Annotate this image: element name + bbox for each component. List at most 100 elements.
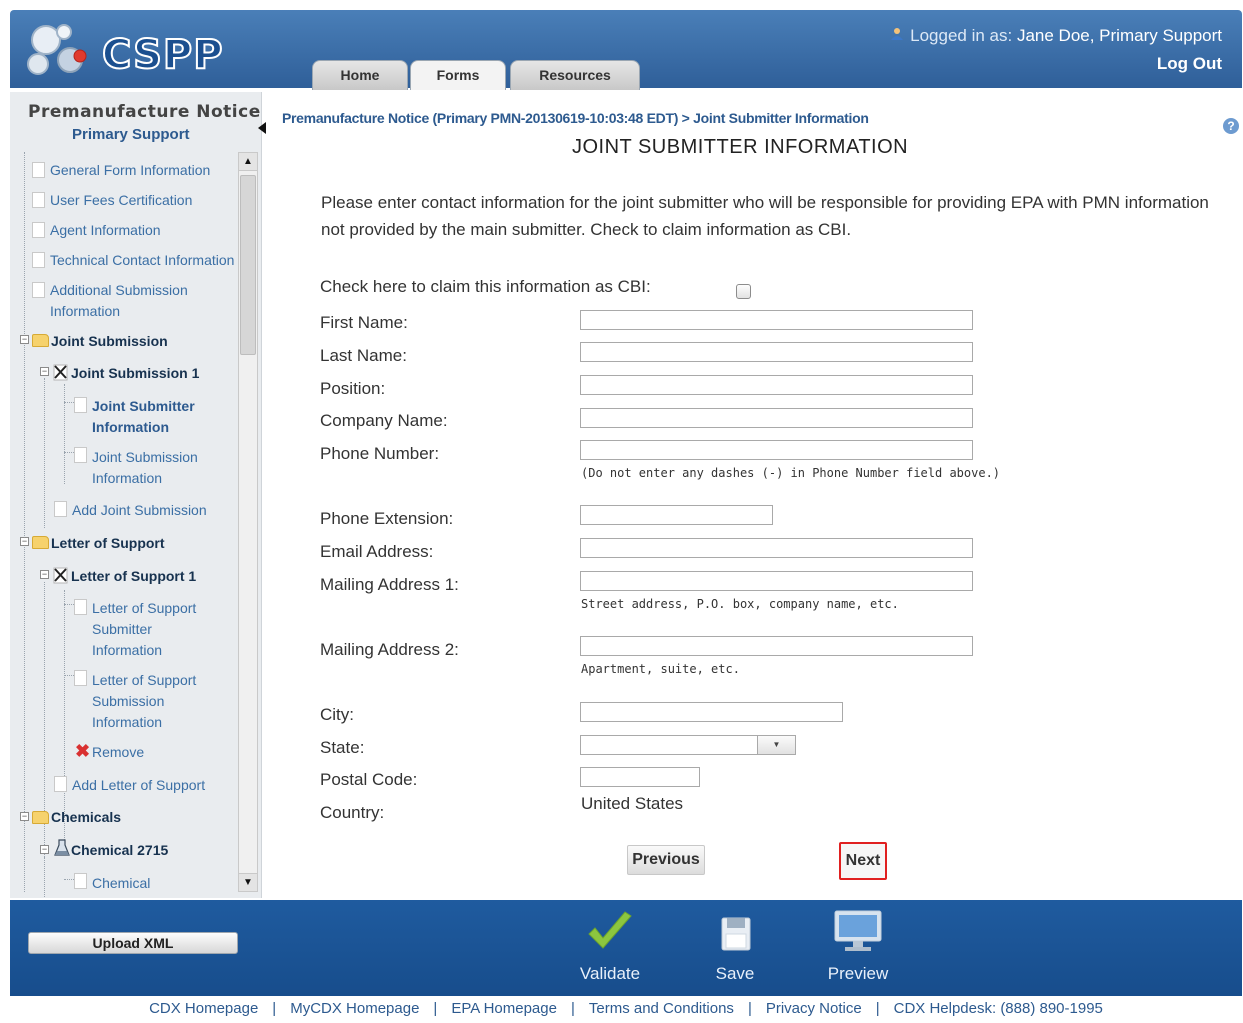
sidebar-item-joint-submission-information[interactable]: Joint Submission	[92, 447, 198, 468]
company-name-label: Company Name:	[320, 411, 448, 430]
collapse-toggle-icon[interactable]: −	[20, 335, 29, 344]
tree-guide-line	[44, 857, 45, 897]
sidebar-item-additional-submission[interactable]: Additional Submission	[50, 280, 188, 301]
previous-button[interactable]: Previous	[627, 845, 705, 875]
sidebar-item-joint-submission-information-line2[interactable]: Information	[92, 468, 162, 489]
sidebar-item-remove[interactable]: Remove	[92, 742, 144, 763]
collapse-toggle-icon[interactable]: −	[20, 537, 29, 546]
footer-link-epa-homepage[interactable]: EPA Homepage	[451, 1000, 557, 1017]
country-label: Country:	[320, 803, 385, 822]
sidebar-scrollbar[interactable]: ▲ ▼	[238, 152, 258, 892]
sidebar-item-add-letter-of-support[interactable]: Add Letter of Support	[72, 775, 205, 796]
validate-button[interactable]: Validate	[565, 908, 655, 988]
sidebar-item-letter-of-support-submission[interactable]: Letter of Support	[92, 670, 196, 691]
collapse-toggle-icon[interactable]: −	[20, 812, 29, 821]
mailing-address-2-hint: Apartment, suite, etc.	[581, 662, 740, 676]
remove-icon: ✖	[75, 741, 91, 761]
tab-resources[interactable]: Resources	[510, 60, 640, 90]
tab-forms[interactable]: Forms	[410, 60, 506, 90]
postal-code-input[interactable]	[580, 767, 700, 787]
folder-icon	[32, 334, 49, 347]
mailing-address-1-label: Mailing Address 1:	[320, 575, 459, 594]
bottom-action-bar: Upload XML Validate Save Preview	[10, 900, 1242, 996]
sidebar-item-joint-submitter-information[interactable]: Joint Submitter	[92, 396, 195, 417]
footer-link-terms-and-conditions[interactable]: Terms and Conditions	[589, 1000, 734, 1017]
sidebar-item-chemicals[interactable]: Chemicals	[51, 807, 121, 828]
footer-links: CDX Homepage | MyCDX Homepage | EPA Homepage…	[10, 1000, 1242, 1023]
sidebar-item-technical-contact-information[interactable]: Technical Contact Information	[50, 250, 234, 271]
last-name-input[interactable]	[580, 342, 973, 362]
chevron-down-icon[interactable]: ▼	[757, 735, 796, 755]
company-name-input[interactable]	[580, 408, 973, 428]
sidebar-item-user-fees-certification[interactable]: User Fees Certification	[50, 190, 192, 211]
sidebar-item-letter-of-support[interactable]: Letter of Support	[51, 533, 165, 554]
scroll-up-icon[interactable]: ▲	[239, 153, 257, 171]
collapse-sidebar-icon[interactable]	[258, 122, 266, 134]
tab-home[interactable]: Home	[312, 60, 408, 90]
sidebar-item-joint-submission-1[interactable]: Joint Submission 1	[71, 363, 199, 384]
footer-link-cdx-homepage[interactable]: CDX Homepage	[149, 1000, 258, 1017]
sidebar-item-letter-of-support-1[interactable]: Letter of Support 1	[71, 566, 196, 587]
footer-link-mycdx-homepage[interactable]: MyCDX Homepage	[290, 1000, 419, 1017]
collapse-toggle-icon[interactable]: −	[40, 845, 49, 854]
cspp-logo[interactable]: CSPP	[24, 18, 224, 79]
state-select[interactable]: ▼	[580, 735, 796, 755]
submission-x-icon	[53, 364, 68, 381]
scroll-thumb[interactable]	[240, 175, 256, 355]
sidebar-item-chemical-2715[interactable]: Chemical 2715	[71, 840, 168, 861]
sidebar-item-letter-of-support-submitter-line2[interactable]: Submitter	[92, 619, 152, 640]
scroll-down-icon[interactable]: ▼	[239, 873, 257, 891]
city-input[interactable]	[580, 702, 843, 722]
collapse-toggle-icon[interactable]: −	[40, 570, 49, 579]
sidebar-item-add-joint-submission[interactable]: Add Joint Submission	[72, 500, 207, 521]
first-name-input[interactable]	[580, 310, 973, 330]
last-name-label: Last Name:	[320, 346, 407, 365]
save-button[interactable]: Save	[690, 908, 780, 988]
country-value: United States	[581, 794, 684, 813]
add-document-icon	[54, 776, 67, 792]
checkmark-icon	[588, 911, 632, 949]
phone-number-input[interactable]	[580, 440, 973, 460]
sidebar-item-letter-of-support-submitter[interactable]: Letter of Support	[92, 598, 196, 619]
tree-guide-line	[64, 675, 74, 676]
preview-button[interactable]: Preview	[813, 908, 903, 988]
logout-link[interactable]: Log Out	[1157, 54, 1222, 74]
footer-separator: |	[433, 1000, 438, 1017]
help-icon[interactable]: ?	[1223, 118, 1239, 134]
login-info: Logged in as: Jane Doe, Primary Support	[890, 26, 1222, 46]
instructions-text: Please enter contact information for the…	[321, 193, 1209, 239]
position-input[interactable]	[580, 375, 973, 395]
sidebar-item-general-form-information[interactable]: General Form Information	[50, 160, 210, 181]
footer-link-cdx-helpdesk[interactable]: CDX Helpdesk: (888) 890-1995	[894, 1000, 1103, 1017]
document-icon	[74, 599, 87, 615]
mailing-address-1-input[interactable]	[580, 571, 973, 591]
cbi-checkbox[interactable]	[736, 284, 751, 299]
breadcrumb[interactable]: Premanufacture Notice (Primary PMN-20130…	[282, 110, 869, 126]
email-address-label: Email Address:	[320, 542, 434, 561]
sidebar-item-letter-of-support-submission-line3[interactable]: Information	[92, 712, 162, 733]
user-icon	[891, 28, 904, 40]
document-icon	[74, 873, 87, 889]
footer-separator: |	[570, 1000, 575, 1017]
footer-separator: |	[875, 1000, 880, 1017]
city-label: City:	[320, 705, 354, 724]
next-button[interactable]: Next	[839, 842, 887, 880]
sidebar-item-letter-of-support-submitter-line3[interactable]: Information	[92, 640, 162, 661]
sidebar-item-letter-of-support-submission-line2[interactable]: Submission	[92, 691, 164, 712]
sidebar-item-chemical[interactable]: Chemical	[92, 873, 150, 894]
sidebar-item-joint-submission[interactable]: Joint Submission	[51, 331, 168, 352]
sidebar: Premanufacture Notice Primary Support Ge…	[10, 92, 266, 898]
sidebar-item-additional-submission-line2[interactable]: Information	[50, 301, 120, 322]
sidebar-item-joint-submitter-information-line2[interactable]: Information	[92, 417, 169, 438]
document-icon	[32, 222, 45, 238]
mailing-address-2-input[interactable]	[580, 636, 973, 656]
app-window: CSPP Home Forms Resources Logged in as: …	[0, 0, 1243, 1023]
upload-xml-button[interactable]: Upload XML	[28, 932, 238, 954]
mailing-address-2-label: Mailing Address 2:	[320, 640, 459, 659]
email-address-input[interactable]	[580, 538, 973, 558]
footer-link-privacy-notice[interactable]: Privacy Notice	[766, 1000, 862, 1017]
phone-extension-input[interactable]	[580, 505, 773, 525]
document-icon	[74, 397, 87, 413]
collapse-toggle-icon[interactable]: −	[40, 367, 49, 376]
sidebar-item-agent-information[interactable]: Agent Information	[50, 220, 161, 241]
